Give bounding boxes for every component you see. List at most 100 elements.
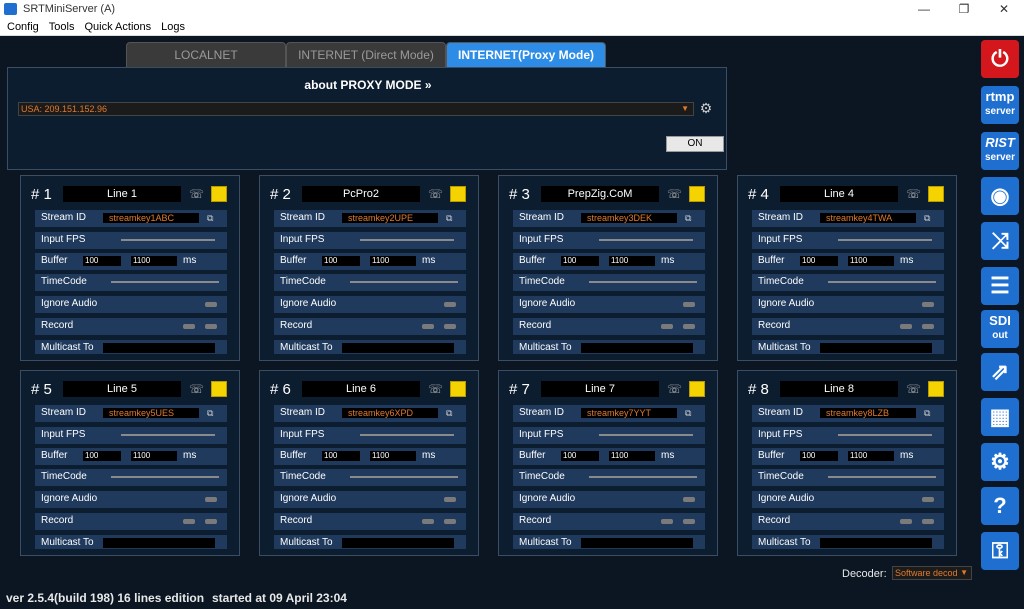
buffer-min-input[interactable]: 100 [561, 451, 599, 461]
phone-icon[interactable]: ☏ [667, 382, 683, 396]
menu-tools[interactable]: Tools [49, 21, 75, 33]
buffer-max-input[interactable]: 1100 [848, 256, 894, 266]
buffer-min-input[interactable]: 100 [561, 256, 599, 266]
record-toggle[interactable] [900, 519, 912, 524]
buffer-max-input[interactable]: 1100 [370, 451, 416, 461]
stream-id-value[interactable]: streamkey2UPE [342, 213, 438, 223]
multicast-address-input[interactable] [103, 343, 215, 353]
stream-id-value[interactable]: streamkey4TWA [820, 213, 916, 223]
contacts-button[interactable]: ▦ [981, 398, 1019, 436]
phone-icon[interactable]: ☏ [428, 187, 444, 201]
note-icon[interactable] [928, 381, 944, 397]
stream-id-value[interactable]: streamkey7YYT [581, 408, 677, 418]
copy-icon[interactable]: ⧉ [207, 213, 213, 224]
line-name[interactable]: Line 7 [541, 381, 659, 397]
record-toggle[interactable] [661, 324, 673, 329]
copy-icon[interactable]: ⧉ [685, 213, 691, 224]
buffer-max-input[interactable]: 1100 [848, 451, 894, 461]
copy-icon[interactable]: ⧉ [446, 213, 452, 224]
record-settings-toggle[interactable] [922, 519, 934, 524]
menu-config[interactable]: Config [7, 21, 39, 33]
phone-icon[interactable]: ☏ [667, 187, 683, 201]
multicast-address-input[interactable] [581, 343, 693, 353]
close-button[interactable]: ✕ [984, 0, 1024, 18]
buffer-min-input[interactable]: 100 [322, 256, 360, 266]
buffer-min-input[interactable]: 100 [800, 451, 838, 461]
stream-id-value[interactable]: streamkey6XPD [342, 408, 438, 418]
tab-internet-proxy[interactable]: INTERNET(Proxy Mode) [446, 42, 606, 67]
phone-icon[interactable]: ☏ [906, 187, 922, 201]
ignore-audio-toggle[interactable] [444, 497, 456, 502]
note-icon[interactable] [211, 381, 227, 397]
preview-button[interactable]: ◉ [981, 177, 1019, 215]
note-icon[interactable] [928, 186, 944, 202]
buffer-min-input[interactable]: 100 [322, 451, 360, 461]
stream-id-value[interactable]: streamkey1ABC [103, 213, 199, 223]
shuffle-button[interactable]: ⤨ [981, 222, 1019, 260]
ignore-audio-toggle[interactable] [205, 302, 217, 307]
tab-internet-direct[interactable]: INTERNET (Direct Mode) [286, 42, 446, 67]
menu-logs[interactable]: Logs [161, 21, 185, 33]
rist-server-button[interactable]: RIST server [981, 132, 1019, 170]
note-icon[interactable] [689, 381, 705, 397]
stream-id-value[interactable]: streamkey5UES [103, 408, 199, 418]
record-settings-toggle[interactable] [444, 519, 456, 524]
proxy-settings-gear-icon[interactable]: ⚙ [698, 100, 714, 116]
menu-quick-actions[interactable]: Quick Actions [84, 21, 151, 33]
ignore-audio-toggle[interactable] [683, 302, 695, 307]
proxy-server-select[interactable]: USA: 209.151.152.96 ▼ [18, 102, 694, 116]
tab-localnet[interactable]: LOCALNET [126, 42, 286, 67]
multicast-address-input[interactable] [820, 538, 932, 548]
buffer-min-input[interactable]: 100 [83, 451, 121, 461]
phone-icon[interactable]: ☏ [189, 187, 205, 201]
stream-id-value[interactable]: streamkey8LZB [820, 408, 916, 418]
ignore-audio-toggle[interactable] [444, 302, 456, 307]
record-toggle[interactable] [422, 324, 434, 329]
buffer-max-input[interactable]: 1100 [131, 451, 177, 461]
record-settings-toggle[interactable] [444, 324, 456, 329]
note-icon[interactable] [211, 186, 227, 202]
multicast-address-input[interactable] [342, 538, 454, 548]
ignore-audio-toggle[interactable] [683, 497, 695, 502]
maximize-button[interactable]: ❐ [944, 0, 984, 18]
rtmp-server-button[interactable]: rtmp server [981, 86, 1019, 124]
line-name[interactable]: Line 6 [302, 381, 420, 397]
phone-icon[interactable]: ☏ [189, 382, 205, 396]
multicast-address-input[interactable] [581, 538, 693, 548]
ignore-audio-toggle[interactable] [922, 497, 934, 502]
record-settings-toggle[interactable] [683, 324, 695, 329]
line-name[interactable]: PrepZig.CoM [541, 186, 659, 202]
minimize-button[interactable]: — [904, 0, 944, 18]
ignore-audio-toggle[interactable] [205, 497, 217, 502]
power-button[interactable]: ⏻ [981, 40, 1019, 78]
record-toggle[interactable] [661, 519, 673, 524]
ignore-audio-toggle[interactable] [922, 302, 934, 307]
share-button[interactable]: ⇗ [981, 353, 1019, 391]
note-icon[interactable] [689, 186, 705, 202]
record-settings-toggle[interactable] [205, 324, 217, 329]
record-toggle[interactable] [183, 519, 195, 524]
record-toggle[interactable] [422, 519, 434, 524]
note-icon[interactable] [450, 381, 466, 397]
line-name[interactable]: Line 1 [63, 186, 181, 202]
proxy-on-button[interactable]: ON [666, 136, 724, 152]
buffer-min-input[interactable]: 100 [800, 256, 838, 266]
schedule-button[interactable]: ☰ [981, 267, 1019, 305]
line-name[interactable]: Line 4 [780, 186, 898, 202]
phone-icon[interactable]: ☏ [428, 382, 444, 396]
buffer-max-input[interactable]: 1100 [609, 256, 655, 266]
line-name[interactable]: Line 8 [780, 381, 898, 397]
phone-icon[interactable]: ☏ [906, 382, 922, 396]
record-settings-toggle[interactable] [205, 519, 217, 524]
line-name[interactable]: Line 5 [63, 381, 181, 397]
buffer-max-input[interactable]: 1100 [370, 256, 416, 266]
record-settings-toggle[interactable] [922, 324, 934, 329]
copy-icon[interactable]: ⧉ [924, 408, 930, 419]
record-toggle[interactable] [183, 324, 195, 329]
about-proxy-link[interactable]: about PROXY MODE » [8, 78, 728, 92]
copy-icon[interactable]: ⧉ [685, 408, 691, 419]
license-button[interactable]: ⚿ [981, 532, 1019, 570]
stream-id-value[interactable]: streamkey3DEK [581, 213, 677, 223]
buffer-min-input[interactable]: 100 [83, 256, 121, 266]
copy-icon[interactable]: ⧉ [207, 408, 213, 419]
